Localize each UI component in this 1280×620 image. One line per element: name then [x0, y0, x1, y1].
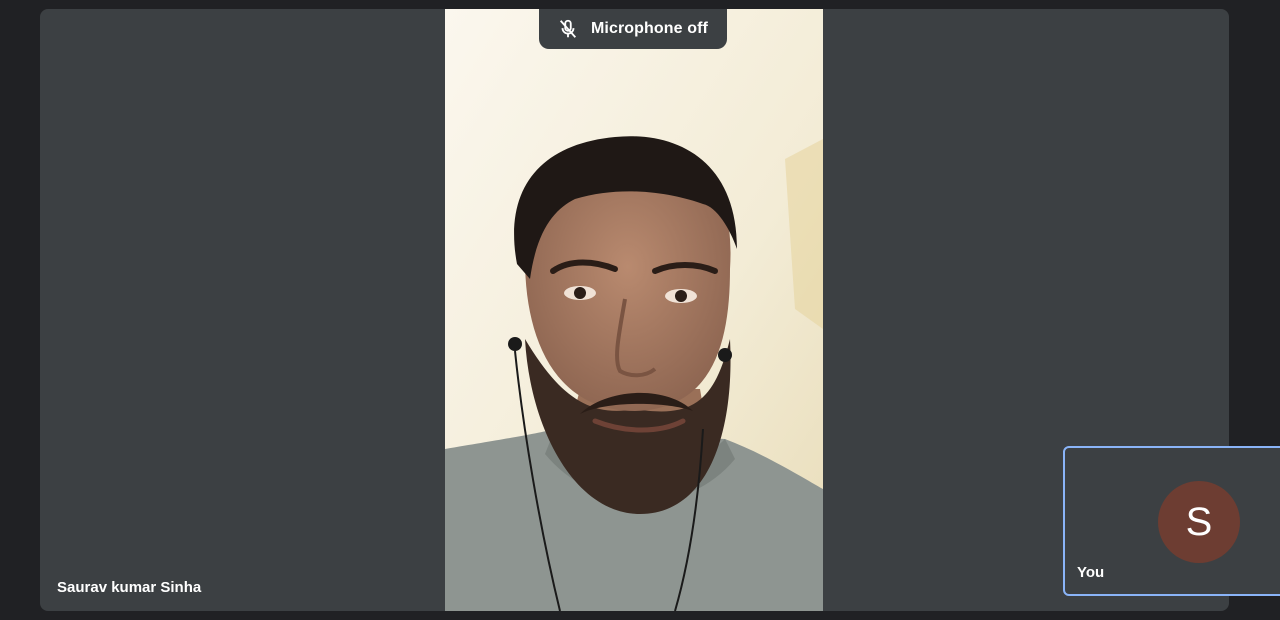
- meeting-stage: Microphone off Saurav kumar Sinha S You: [0, 0, 1280, 620]
- microphone-off-icon: [557, 18, 579, 40]
- self-view-tile[interactable]: S You: [1063, 446, 1280, 596]
- self-view-label: You: [1077, 564, 1105, 581]
- main-participant-tile[interactable]: Microphone off Saurav kumar Sinha: [40, 9, 1229, 611]
- participant-name: Saurav kumar Sinha: [57, 579, 202, 596]
- microphone-off-text: Microphone off: [591, 20, 708, 37]
- video-frame: [445, 9, 823, 611]
- avatar-initial: S: [1185, 499, 1213, 544]
- avatar: S: [1158, 481, 1240, 563]
- participant-video-feed: [445, 9, 823, 611]
- microphone-off-notification: Microphone off: [539, 9, 727, 49]
